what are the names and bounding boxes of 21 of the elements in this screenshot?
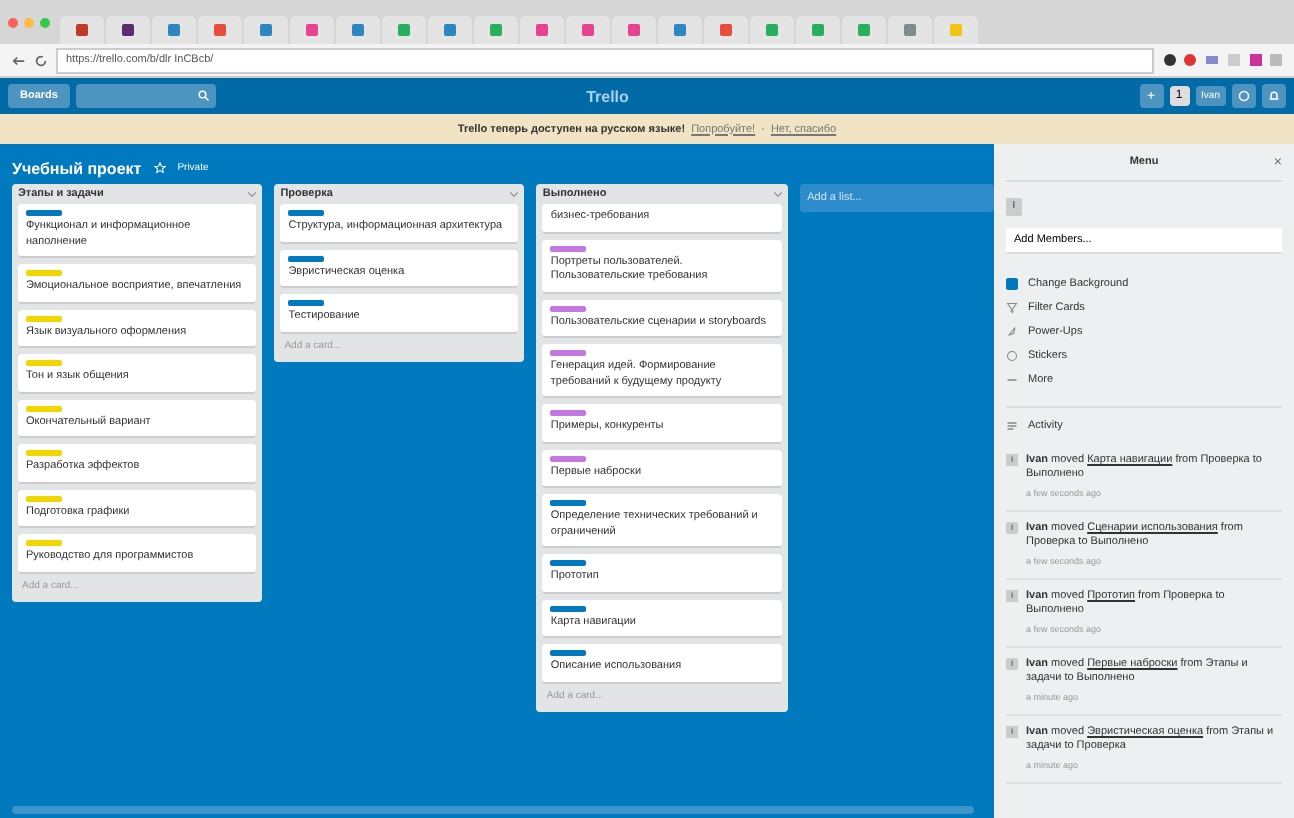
back-icon[interactable] xyxy=(12,53,26,67)
reload-icon[interactable] xyxy=(34,53,48,67)
filter-icon xyxy=(1006,302,1018,314)
browser-tab[interactable] xyxy=(60,16,104,44)
board-title[interactable]: Учебный проект xyxy=(12,159,142,177)
background-swatch-icon xyxy=(1006,278,1018,290)
browser-tab[interactable] xyxy=(106,16,150,44)
search-field[interactable] xyxy=(75,84,216,108)
caret-icon[interactable] xyxy=(773,191,782,197)
info-button[interactable] xyxy=(1232,84,1256,108)
search-icon xyxy=(197,90,210,102)
star-icon[interactable] xyxy=(153,162,166,174)
extension-icons[interactable] xyxy=(1162,52,1282,68)
notifications-button[interactable] xyxy=(1262,84,1286,108)
activity-icon xyxy=(1006,420,1018,432)
sticker-icon xyxy=(1006,350,1018,362)
dash-icon xyxy=(1006,374,1018,386)
bell-icon xyxy=(1268,90,1280,102)
logo[interactable]: Trello xyxy=(81,87,1134,105)
caret-icon[interactable] xyxy=(510,191,519,197)
caret-icon[interactable] xyxy=(248,191,257,197)
